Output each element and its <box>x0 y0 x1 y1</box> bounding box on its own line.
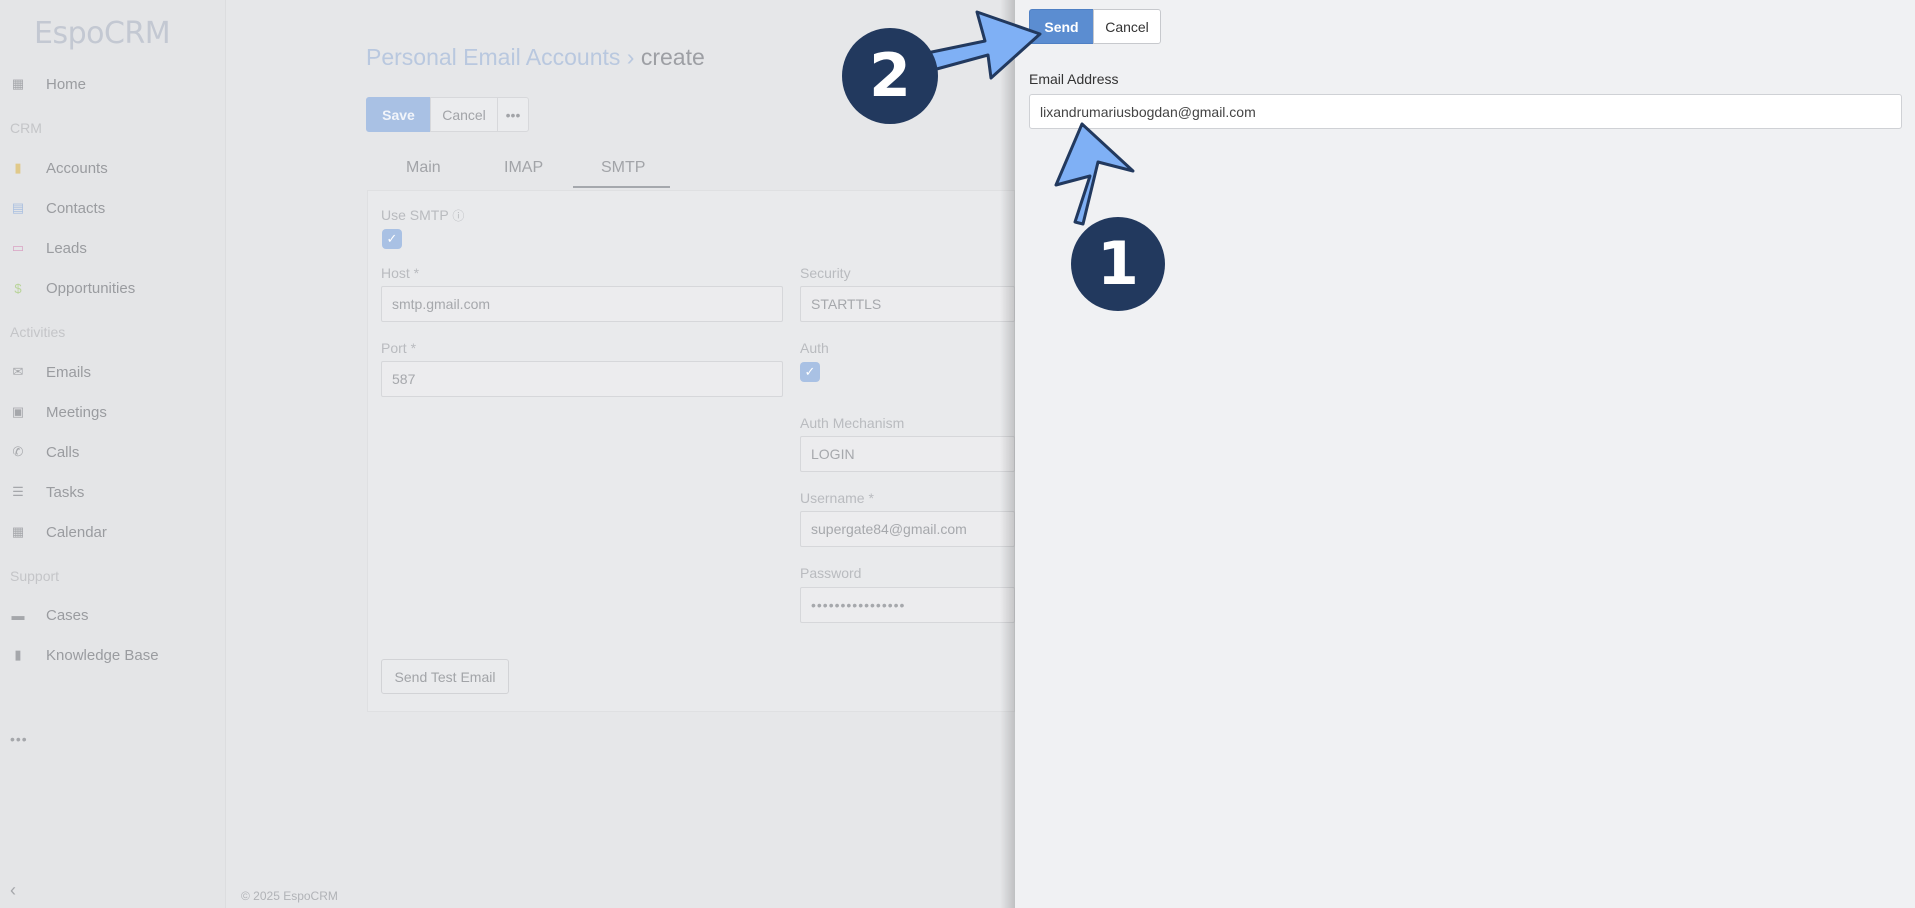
task-list-icon: ☰ <box>12 484 24 499</box>
collapse-sidebar-icon[interactable]: ‹ <box>10 880 16 901</box>
sidebar-group-activities: Activities <box>10 324 66 340</box>
host-label: Host * <box>381 265 420 281</box>
password-label: Password <box>800 565 862 581</box>
username-label: Username * <box>800 490 874 506</box>
sidebar-item-label: Home <box>46 75 87 93</box>
tab-smtp[interactable]: SMTP <box>601 159 645 177</box>
cancel-button[interactable]: Cancel <box>430 97 498 132</box>
sidebar-item-label: Opportunities <box>46 279 136 297</box>
username-input[interactable]: supergate84@gmail.com <box>800 511 1015 547</box>
host-input[interactable]: smtp.gmail.com <box>381 286 783 322</box>
footer-copyright: © 2025 EspoCRM <box>241 889 338 903</box>
send-button[interactable]: Send <box>1029 9 1094 44</box>
envelope-icon: ✉ <box>12 364 24 379</box>
grid-icon: ▦ <box>11 76 25 91</box>
use-smtp-label: Use SMTP ⓘ <box>381 207 465 223</box>
more-menu-icon[interactable]: ••• <box>10 731 28 747</box>
sidebar-item-leads[interactable]: ▭ Leads <box>10 236 87 260</box>
port-label: Port * <box>381 340 417 356</box>
password-input[interactable]: •••••••••••••••• <box>800 587 1015 623</box>
sidebar-item-meetings[interactable]: ▣ Meetings <box>10 400 107 424</box>
sidebar-item-home[interactable]: ▦ Home <box>10 72 86 96</box>
calendar-icon: ▦ <box>11 524 25 539</box>
email-address-input[interactable] <box>1029 94 1902 129</box>
sidebar-item-label: Calendar <box>46 523 107 541</box>
phone-icon: ✆ <box>12 444 24 459</box>
breadcrumb-separator: › <box>626 44 635 70</box>
sidebar-item-contacts[interactable]: ▤ Contacts <box>10 196 105 220</box>
sidebar-item-calls[interactable]: ✆ Calls <box>10 440 80 464</box>
sidebar-item-label: Tasks <box>46 483 85 501</box>
auth-mechanism-label: Auth Mechanism <box>800 415 905 431</box>
step-2-badge: 2 <box>842 28 938 124</box>
sidebar-item-label: Calls <box>46 443 80 461</box>
dialog-cancel-button[interactable]: Cancel <box>1093 9 1161 44</box>
send-test-email-dialog <box>1015 0 1915 908</box>
active-tab-indicator <box>573 186 670 188</box>
book-icon: ▮ <box>14 647 22 662</box>
security-label: Security <box>800 265 851 281</box>
bookmark-icon: ▮ <box>14 160 22 175</box>
sidebar-item-emails[interactable]: ✉ Emails <box>10 360 91 384</box>
breadcrumb-link[interactable]: Personal Email Accounts <box>366 44 620 70</box>
auth-mechanism-select[interactable]: LOGIN <box>800 436 1015 472</box>
sidebar-group-crm: CRM <box>10 120 42 136</box>
id-card-icon: ▭ <box>11 240 25 255</box>
sidebar-item-label: Knowledge Base <box>46 646 159 664</box>
sidebar-item-opportunities[interactable]: $ Opportunities <box>10 276 135 300</box>
sidebar: EspoCRM ▦ Home CRM ▮ Accounts ▤ Contacts… <box>0 0 226 908</box>
tab-main[interactable]: Main <box>406 159 441 177</box>
auth-label: Auth <box>800 340 829 356</box>
sidebar-item-accounts[interactable]: ▮ Accounts <box>10 156 108 180</box>
sidebar-item-tasks[interactable]: ☰ Tasks <box>10 480 84 504</box>
port-input[interactable]: 587 <box>381 361 783 397</box>
send-test-email-button[interactable]: Send Test Email <box>381 659 509 694</box>
tab-imap[interactable]: IMAP <box>504 159 543 177</box>
breadcrumb-current: create <box>640 44 705 70</box>
sidebar-item-label: Meetings <box>46 403 107 421</box>
sidebar-item-label: Emails <box>46 363 92 381</box>
dollar-icon: $ <box>14 280 22 296</box>
sidebar-group-support: Support <box>10 568 60 584</box>
auth-checkbox[interactable]: ✓ <box>800 362 820 382</box>
sidebar-item-label: Accounts <box>46 159 108 177</box>
app-logo[interactable]: EspoCRM <box>34 16 171 51</box>
use-smtp-checkbox[interactable]: ✓ <box>382 229 402 249</box>
sidebar-item-calendar[interactable]: ▦ Calendar <box>10 520 107 544</box>
page-title: Personal Email Accounts › create <box>366 44 705 71</box>
sidebar-item-cases[interactable]: ▬ Cases <box>10 603 89 627</box>
more-actions-button[interactable]: ••• <box>497 97 529 132</box>
security-select[interactable]: STARTTLS <box>800 286 1015 322</box>
contact-book-icon: ▤ <box>11 200 25 215</box>
sidebar-item-knowledge-base[interactable]: ▮ Knowledge Base <box>10 643 159 667</box>
sidebar-item-label: Cases <box>46 606 89 624</box>
step-1-badge: 1 <box>1071 217 1165 311</box>
panel-shadow <box>1000 0 1016 908</box>
email-address-label: Email Address <box>1029 71 1119 87</box>
sidebar-item-label: Leads <box>46 239 87 257</box>
save-button[interactable]: Save <box>366 97 431 132</box>
briefcase-icon: ▬ <box>11 607 25 623</box>
info-icon: ⓘ <box>452 209 465 223</box>
sidebar-item-label: Contacts <box>46 199 106 217</box>
calendar-check-icon: ▣ <box>11 404 25 419</box>
